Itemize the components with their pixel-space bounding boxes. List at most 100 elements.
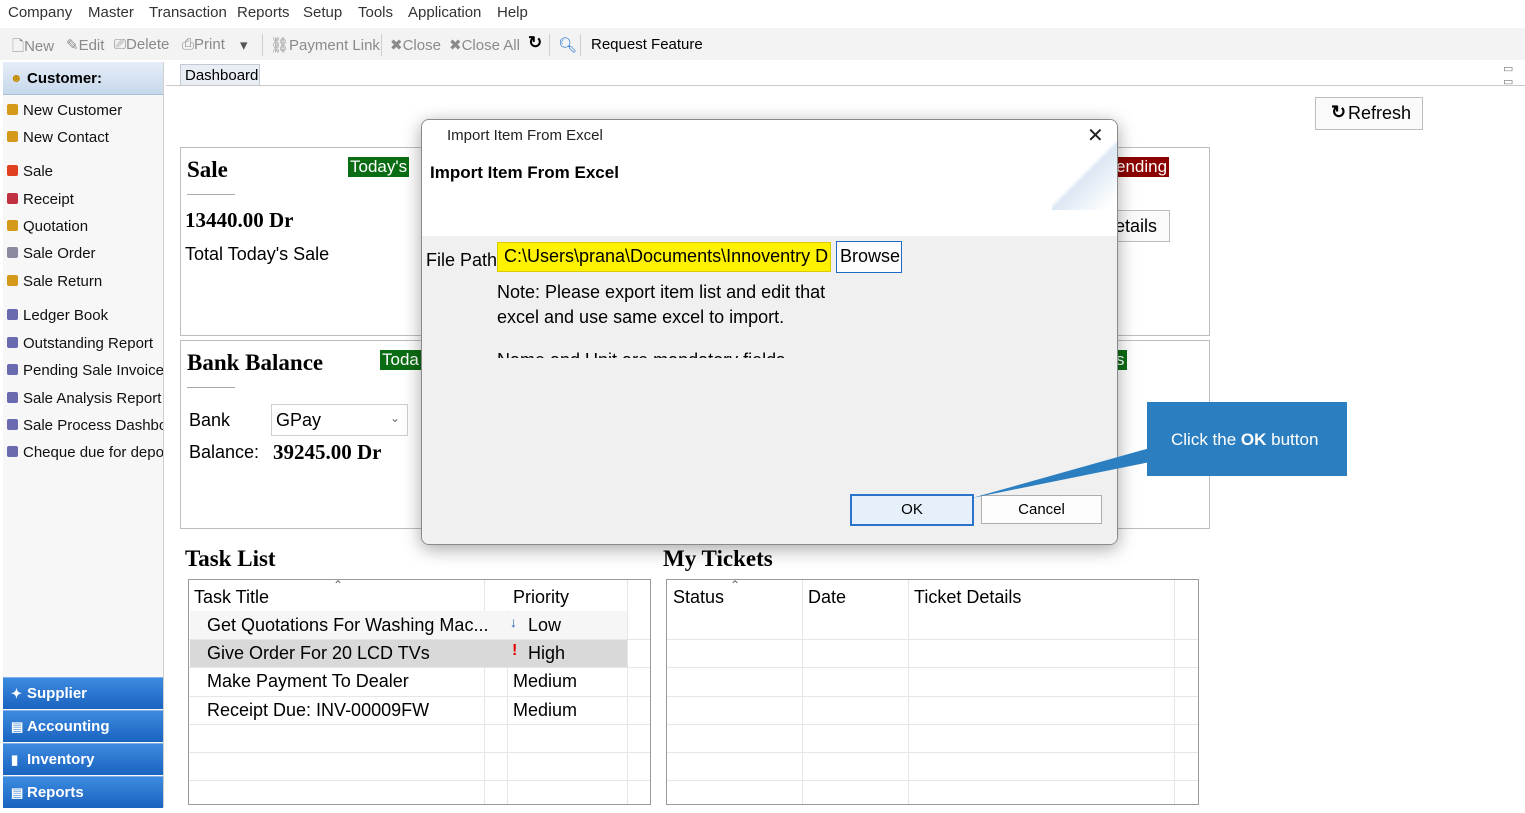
- sidebar-item-ledger-book[interactable]: Ledger Book: [7, 307, 163, 324]
- sidebar-item-cheque-due[interactable]: Cheque due for depos: [7, 444, 163, 461]
- sidebar-item-outstanding-report[interactable]: Outstanding Report: [7, 335, 163, 352]
- note-line-2: excel and use same excel to import.: [497, 307, 785, 327]
- dialog-header: Import Item From Excel ✕ Import Item Fro…: [422, 120, 1117, 236]
- edit-icon: ✎: [66, 37, 79, 54]
- bank-select[interactable]: GPay ⌄: [271, 404, 408, 436]
- dialog-heading: Import Item From Excel: [430, 163, 619, 182]
- close-all-button[interactable]: ✖Close All: [449, 36, 520, 54]
- row-divider: [667, 752, 1198, 753]
- sidebar-item-receipt[interactable]: Receipt: [7, 191, 163, 208]
- tab-divider: [166, 85, 1525, 86]
- refresh-button[interactable]: ↻ Refresh: [1315, 97, 1423, 130]
- inventory-icon: ▮: [11, 752, 19, 767]
- sidebar-item-quotation[interactable]: Quotation: [7, 218, 163, 235]
- menu-tools[interactable]: Tools: [358, 4, 393, 21]
- sidebar-item-sale-analysis-report[interactable]: Sale Analysis Report: [7, 390, 163, 407]
- task-list-title: Task List: [185, 546, 276, 571]
- column-header-status[interactable]: Status: [673, 587, 724, 608]
- menu-master[interactable]: Master: [88, 4, 134, 21]
- column-header-ticket-details[interactable]: Ticket Details: [914, 587, 1021, 608]
- sidebar-header[interactable]: ☻ Customer:: [3, 62, 163, 95]
- menu-transaction[interactable]: Transaction: [149, 4, 227, 21]
- report-icon: [7, 392, 18, 403]
- row-divider: [667, 724, 1198, 725]
- column-header-task-title[interactable]: Task Title: [194, 587, 269, 608]
- browse-button[interactable]: Browse: [836, 241, 902, 273]
- edit-button[interactable]: ✎Edit: [66, 36, 104, 54]
- delete-icon: ⎚: [114, 36, 127, 53]
- sidebar-item-sale[interactable]: Sale: [7, 163, 163, 180]
- details-button[interactable]: etails: [1111, 210, 1170, 242]
- delete-button[interactable]: ⎚Delete: [114, 36, 169, 53]
- pending-badge: ending: [1114, 157, 1170, 177]
- sort-ascending-icon: ⌃: [730, 578, 741, 592]
- file-path-input[interactable]: C:\Users\prana\Documents\Innoventry D: [497, 242, 831, 272]
- row-divider: [189, 724, 650, 725]
- receipt-icon: [7, 193, 18, 204]
- menu-application[interactable]: Application: [408, 4, 481, 21]
- reload-icon[interactable]: ↻: [528, 33, 542, 53]
- search-icon[interactable]: 🔍︎: [558, 36, 577, 54]
- menu-setup[interactable]: Setup: [303, 4, 342, 21]
- column-header-priority[interactable]: Priority: [513, 587, 569, 608]
- accounting-icon: ▤: [11, 719, 24, 734]
- sidebar-item-new-customer[interactable]: New Customer: [7, 102, 163, 119]
- note-line-1: Note: Please export item list and edit t…: [497, 282, 826, 302]
- sidebar-item-new-contact[interactable]: New Contact: [7, 129, 163, 146]
- bank-title: Bank Balance: [187, 350, 324, 375]
- report-icon: [7, 446, 18, 457]
- toolbar-divider: [262, 34, 263, 56]
- ok-button[interactable]: OK: [850, 494, 974, 526]
- toolbar-divider: [580, 34, 581, 56]
- sidebar-item-sale-process-dashboard[interactable]: Sale Process Dashboa: [7, 417, 163, 434]
- window-controls-icon[interactable]: ▭ ▭: [1503, 62, 1525, 88]
- callout-text: Click the OK button: [1171, 430, 1319, 449]
- note-line-3: Name and Unit are mandatory fields: [497, 350, 785, 358]
- callout-arrow: [972, 448, 1150, 498]
- arrow-down-icon: ↓: [510, 614, 517, 630]
- report-icon: [7, 337, 18, 348]
- sale-title: Sale: [187, 157, 228, 182]
- header-decoration: [1052, 140, 1117, 210]
- menu-company[interactable]: Company: [8, 4, 72, 21]
- sidebar-section-inventory[interactable]: ▮ Inventory: [3, 743, 163, 775]
- print-dropdown-icon[interactable]: ▾: [240, 36, 248, 54]
- close-button[interactable]: ✖Close: [390, 36, 441, 54]
- table-row[interactable]: Give Order For 20 LCD TVs ! High: [190, 640, 627, 667]
- close-all-icon: ✖: [449, 37, 462, 54]
- table-row[interactable]: Get Quotations For Washing Mac... ↓ Low: [190, 611, 627, 639]
- sidebar-section-supplier[interactable]: ✦ Supplier: [3, 677, 163, 709]
- new-button[interactable]: 🗋New: [12, 36, 54, 61]
- row-divider: [189, 752, 650, 753]
- request-feature-button[interactable]: Request Feature: [591, 36, 703, 53]
- row-divider: [189, 780, 650, 781]
- payment-link-button[interactable]: ⛓Payment Link: [270, 36, 380, 54]
- supplier-icon: ✦: [11, 686, 22, 701]
- note-line-3-clip: Name and Unit are mandatory fields: [497, 344, 817, 358]
- table-row[interactable]: Make Payment To Dealer Medium: [190, 668, 627, 696]
- column-header-date[interactable]: Date: [808, 587, 846, 608]
- new-icon: 🗋: [12, 38, 25, 55]
- link-icon: ⛓: [270, 37, 290, 54]
- close-icon[interactable]: ✕: [1087, 123, 1104, 148]
- my-tickets-table: Status ⌃ Date Ticket Details: [666, 578, 1199, 805]
- sidebar-section-reports[interactable]: ▤ Reports: [3, 776, 163, 808]
- menu-help[interactable]: Help: [497, 4, 528, 21]
- sidebar-item-sale-order[interactable]: Sale Order: [7, 245, 163, 262]
- sidebar-section-accounting[interactable]: ▤ Accounting: [3, 710, 163, 742]
- row-divider: [667, 696, 1198, 697]
- today-badge: Toda: [380, 350, 421, 370]
- quotation-icon: [7, 220, 18, 231]
- print-button[interactable]: ⎙Print: [182, 36, 225, 53]
- sidebar-item-pending-sale-invoices[interactable]: Pending Sale Invoices: [7, 362, 163, 379]
- column-divider: [627, 580, 628, 804]
- table-row[interactable]: Receipt Due: INV-00009FW Medium: [190, 697, 627, 724]
- sidebar-item-sale-return[interactable]: Sale Return: [7, 273, 163, 290]
- menu-bar: Company Master Transaction Reports Setup…: [0, 0, 1525, 24]
- sale-return-icon: [7, 275, 18, 286]
- sidebar-header-label: Customer:: [27, 70, 103, 87]
- menu-reports[interactable]: Reports: [237, 4, 290, 21]
- refresh-icon: ↻: [1331, 102, 1347, 122]
- tab-dashboard[interactable]: Dashboard: [180, 64, 260, 86]
- row-divider: [667, 667, 1198, 668]
